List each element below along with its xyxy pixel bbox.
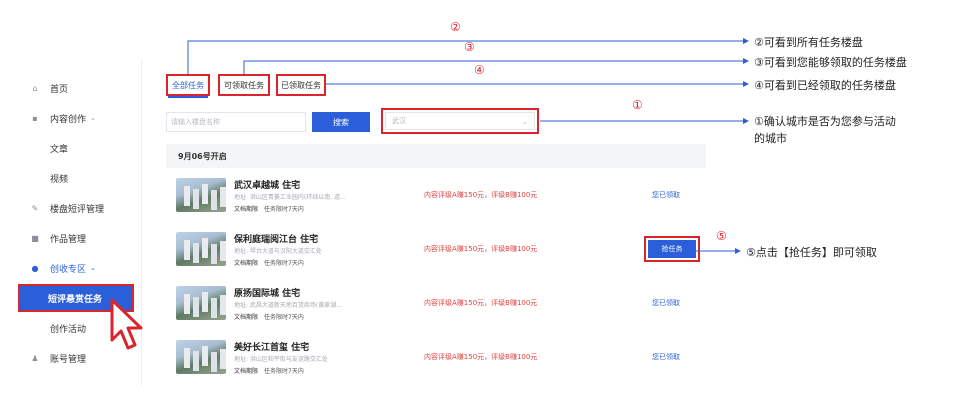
task-tag: 文档期限 [234,260,259,267]
task-meta: 文档期限 任务限时7天内 [234,204,304,213]
sidebar-item-review-bounty[interactable]: 短评悬赏任务 [18,284,134,312]
task-reward: 内容评级A赚150元，评级B赚100元 [424,191,538,199]
task-title: 保利庭瑞阅江台 住宅 [234,235,319,245]
sidebar-item-account[interactable]: ♟ 账号管理 [18,346,142,370]
search-input[interactable]: 请输入楼盘名称 [166,112,306,132]
task-meta: 文档期限 任务限时7天内 [234,312,304,321]
task-row: 原扬国际城 住宅 地址: 武昌大道新天地百货商场(黄家湖... 文档期限 任务限时… [166,282,706,330]
task-row: 武汉卓越城 住宅 地址: 洪山区青菱工业园内(环线以南, 道... 文档期限 任务… [166,174,706,222]
sidebar-item-label: 作品管理 [50,234,87,245]
city-select-value: 武汉 [392,117,406,125]
edit-icon: ✎ [31,203,39,213]
sidebar-item-label: 账号管理 [50,354,87,365]
sidebar-item-home[interactable]: ⌂ 首页 [18,76,142,100]
chevron-down-icon: ⌄ [90,264,96,272]
sidebar-item-content-creation[interactable]: ▪ 内容创作 ⌄ [18,106,142,130]
task-title: 美好长江首玺 住宅 [234,343,310,353]
sidebar-item-income[interactable]: ● 创收专区 ⌄ [18,256,142,280]
task-period: 任务限时7天内 [264,368,304,375]
claimed-status: 您已领取 [652,299,680,307]
task-row: 美好长江首玺 住宅 地址: 洪山区和平街与友谊路交汇处 文档期限 任务限时7天内 … [166,336,706,384]
sidebar-item-label: 短评悬赏任务 [48,294,103,305]
document-icon: ▪ [32,113,38,123]
annotation-note-1-line2: 的城市 [754,132,787,145]
task-period: 任务限时7天内 [264,314,304,321]
task-panel: 全部任务 可领取任务 已领取任务 请输入楼盘名称 搜索 武汉 ⌄ 9月06号开启… [160,60,728,386]
annotation-number-3: ③ [464,40,475,54]
annotation-note-1-line1: ①确认城市是否为您参与活动 [754,115,896,128]
sidebar-item-label: 首页 [50,84,69,95]
annotation-number-1: ① [632,98,643,112]
sidebar-item-label: 创收专区 [50,264,87,275]
sidebar-item-label: 创作活动 [50,324,87,335]
sidebar-item-activities[interactable]: 创作活动 [18,316,142,340]
tab-all-tasks[interactable]: 全部任务 [166,74,210,96]
task-address: 地址: 武昌大道新天地百货商场(黄家湖... [234,302,342,309]
coin-icon: ● [31,263,39,273]
sidebar-item-articles[interactable]: 文章 [18,136,142,160]
building-thumbnail [176,178,226,212]
task-title: 武汉卓越城 住宅 [234,181,301,191]
city-select-field[interactable]: 武汉 ⌄ [385,112,535,130]
tab-claimed-tasks[interactable]: 已领取任务 [276,74,326,96]
annotation-note-2: ②可看到所有任务楼盘 [754,36,863,49]
sidebar-item-label: 视频 [50,174,69,185]
annotation-note-4: ④可看到已经领取的任务楼盘 [754,79,896,92]
annotation-note-5: ⑤点击【抢任务】即可领取 [746,246,877,259]
building-thumbnail [176,286,226,320]
active-tab-indicator [168,96,208,98]
task-address: 地址: 琴台大道与汉阳大道交汇处 [234,248,322,255]
sidebar-item-label: 楼盘短评管理 [50,204,105,215]
annotation-number-2: ② [450,20,461,34]
task-period: 任务限时7天内 [264,206,304,213]
sidebar-item-videos[interactable]: 视频 [18,166,142,190]
building-thumbnail [176,340,226,374]
claimed-status: 您已领取 [652,353,680,361]
sidebar-item-works[interactable]: ■ 作品管理 [18,226,142,250]
home-icon: ⌂ [32,83,38,93]
task-row: 保利庭瑞阅江台 住宅 地址: 琴台大道与汉阳大道交汇处 文档期限 任务限时7天内 … [166,228,706,276]
chevron-down-icon: ⌄ [90,114,96,122]
folder-icon: ■ [31,233,39,243]
task-reward: 内容评级A赚150元，评级B赚100元 [424,299,538,307]
chevron-down-icon: ⌄ [521,116,528,126]
grab-task-button[interactable]: 抢任务 [644,236,700,262]
task-meta: 文档期限 任务限时7天内 [234,258,304,267]
task-reward: 内容评级A赚150元，评级B赚100元 [424,245,538,253]
task-meta: 文档期限 任务限时7天内 [234,366,304,375]
claimed-status: 您已领取 [652,191,680,199]
task-tag: 文档期限 [234,368,259,375]
sidebar-item-label: 文章 [50,144,69,155]
annotation-note-3: ③可看到您能够领取的任务楼盘 [754,56,907,69]
search-button[interactable]: 搜索 [312,112,370,132]
task-tag: 文档期限 [234,206,259,213]
task-address: 地址: 洪山区和平街与友谊路交汇处 [234,356,328,363]
task-title: 原扬国际城 住宅 [234,289,301,299]
user-icon: ♟ [31,353,39,363]
sidebar-item-review-management[interactable]: ✎ 楼盘短评管理 [18,196,142,220]
grab-task-label[interactable]: 抢任务 [648,240,696,258]
annotation-number-4: ④ [474,63,485,77]
task-reward: 内容评级A赚150元，评级B赚100元 [424,353,538,361]
date-header: 9月06号开启 [166,144,706,168]
tab-claimable-tasks[interactable]: 可领取任务 [218,74,270,96]
city-select[interactable]: 武汉 ⌄ [381,108,539,134]
building-thumbnail [176,232,226,266]
task-address: 地址: 洪山区青菱工业园内(环线以南, 道... [234,194,346,201]
sidebar-item-label: 内容创作 [50,114,87,125]
sidebar: ⌂ 首页 ▪ 内容创作 ⌄ 文章 视频 ✎ 楼盘短评管理 ■ 作品管理 ● 创收… [18,60,142,386]
task-tag: 文档期限 [234,314,259,321]
annotation-number-5: ⑤ [716,229,727,243]
task-period: 任务限时7天内 [264,260,304,267]
